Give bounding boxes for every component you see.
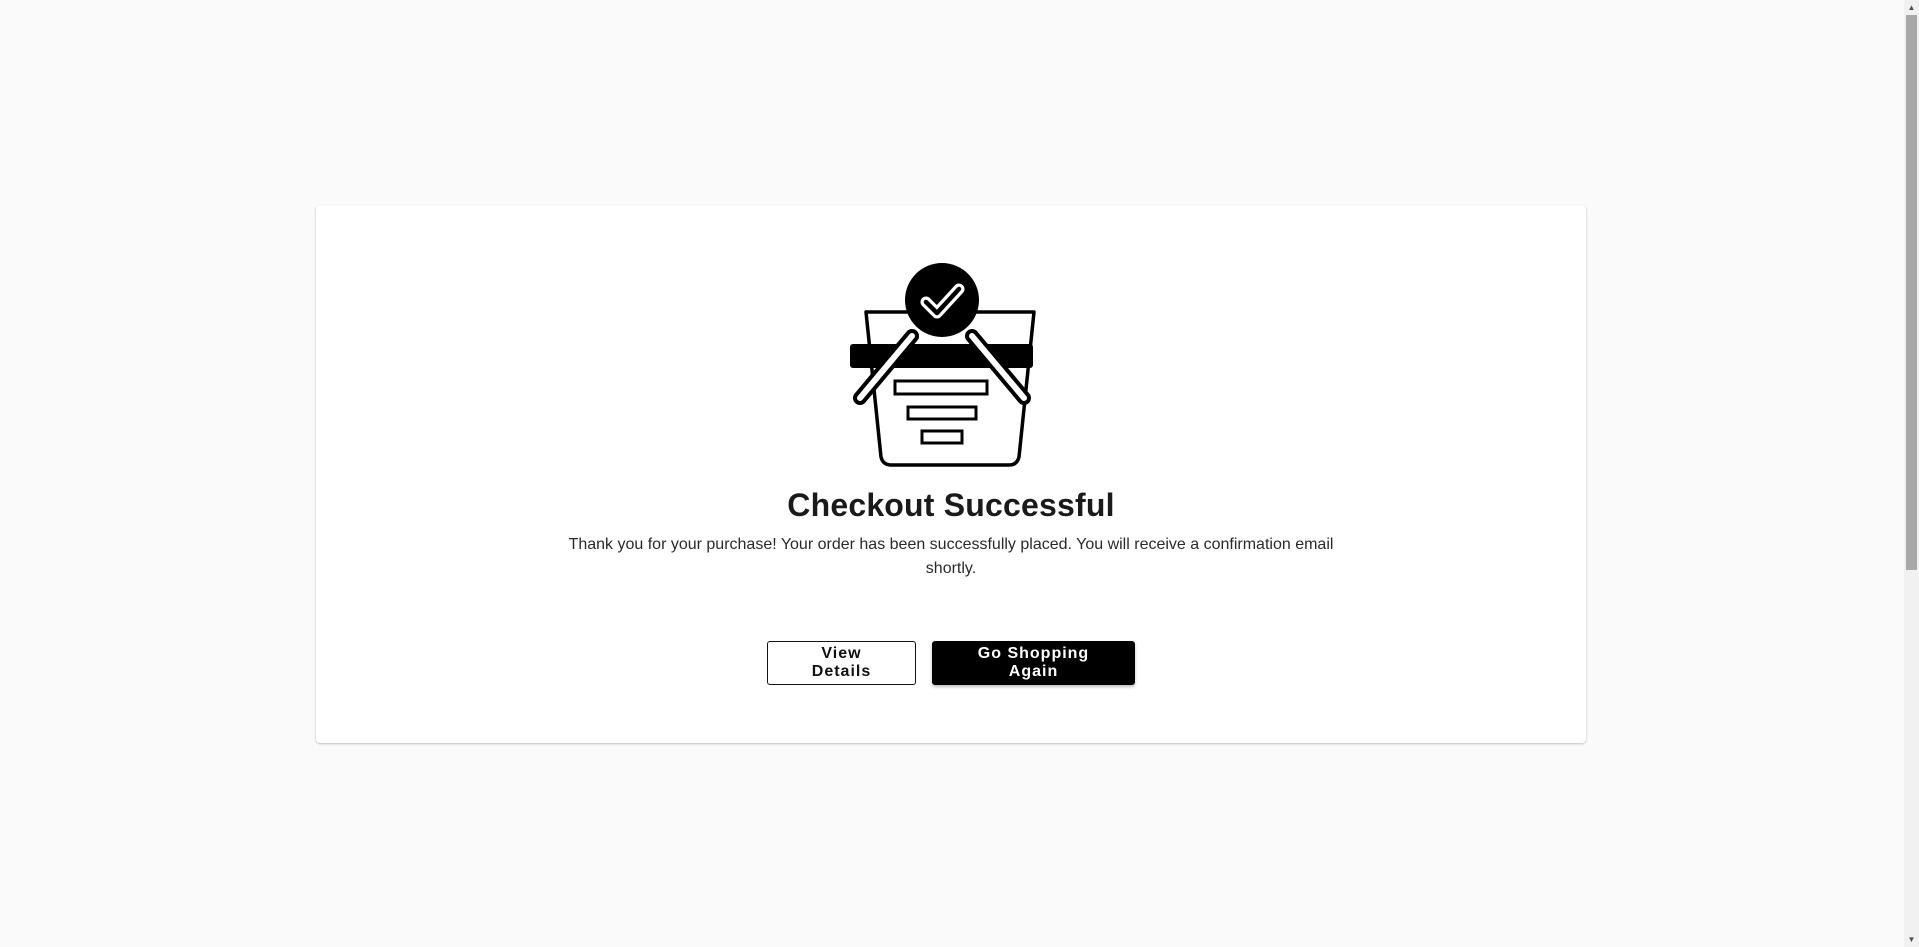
checkout-success-card: Checkout Successful Thank you for your p…	[316, 205, 1586, 743]
scrollbar-thumb[interactable]	[1906, 15, 1917, 570]
scroll-down-icon[interactable]: ▼	[1904, 932, 1919, 947]
action-buttons: View Details Go Shopping Again	[316, 641, 1586, 685]
go-shopping-again-button[interactable]: Go Shopping Again	[932, 641, 1135, 685]
confirmation-message: Thank you for your purchase! Your order …	[568, 536, 1334, 577]
vertical-scrollbar[interactable]: ▲ ▼	[1904, 0, 1919, 947]
shopping-basket-check-icon	[850, 263, 1036, 467]
page-viewport: Checkout Successful Thank you for your p…	[0, 0, 1919, 947]
page-title: Checkout Successful	[787, 487, 1115, 523]
scroll-up-icon[interactable]: ▲	[1904, 0, 1919, 15]
view-details-button[interactable]: View Details	[767, 641, 916, 685]
